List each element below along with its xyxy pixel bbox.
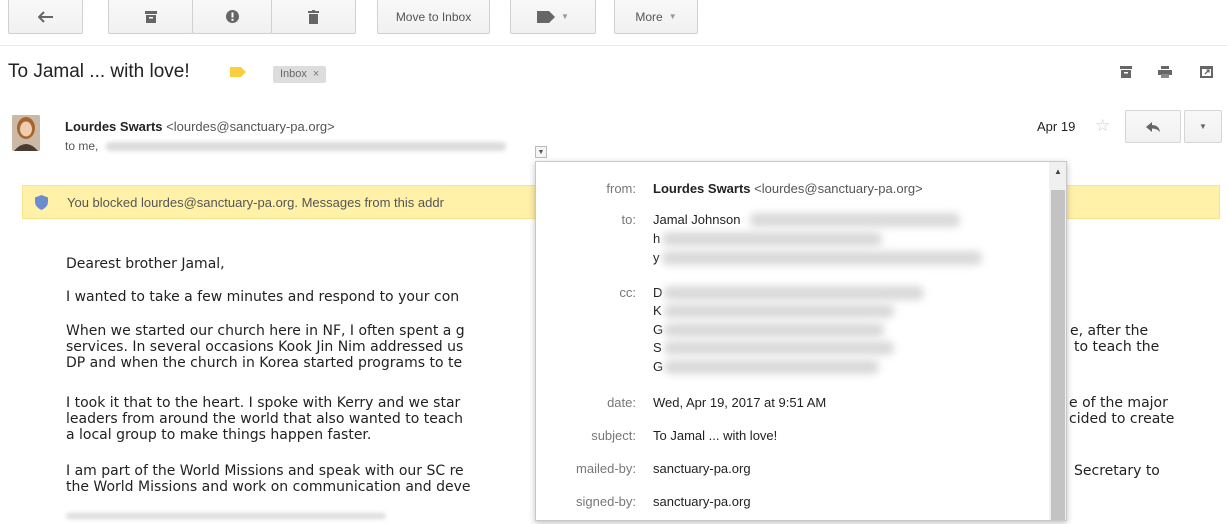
- to-first-recipient[interactable]: Jamal Johnson: [653, 212, 740, 227]
- body-fragment: e of the major: [1069, 395, 1168, 411]
- body-fragment: e, after the: [1070, 323, 1149, 339]
- new-window-icon[interactable]: [1200, 66, 1213, 78]
- cc-recipient[interactable]: S: [653, 340, 662, 355]
- show-details-button[interactable]: ▼: [535, 146, 547, 158]
- blocked-sender-text: You blocked lourdes@sanctuary-pa.org. Me…: [67, 195, 444, 210]
- archive-icon: [144, 10, 157, 23]
- toolbar-divider: [0, 45, 1227, 46]
- redacted-email: [664, 304, 894, 318]
- message-date: Apr 19: [1037, 119, 1076, 134]
- reply-button[interactable]: [1125, 110, 1181, 143]
- from-label: from:: [606, 181, 636, 196]
- from-value: Lourdes Swarts <lourdes@sanctuary-pa.org…: [653, 181, 923, 196]
- signed-by-value: sanctuary-pa.org: [653, 494, 751, 509]
- chevron-down-icon: ▼: [1199, 122, 1207, 131]
- date-label: date:: [607, 395, 636, 410]
- redacted-recipients: [105, 142, 506, 152]
- from-name[interactable]: Lourdes Swarts: [653, 181, 751, 196]
- page-title: To Jamal ... with love!: [8, 61, 190, 82]
- shield-icon: [35, 195, 48, 210]
- redacted-email: [664, 341, 894, 355]
- chevron-down-icon: ▼: [668, 12, 677, 21]
- cut-off-text: [66, 513, 386, 519]
- back-arrow-icon: [37, 10, 53, 23]
- more-button[interactable]: More ▼: [614, 0, 698, 34]
- cc-recipient[interactable]: G: [653, 359, 663, 374]
- mailed-by-value: sanctuary-pa.org: [653, 461, 751, 476]
- scroll-up-arrow-icon[interactable]: ▲: [1049, 167, 1066, 176]
- cc-recipient[interactable]: K: [653, 303, 662, 318]
- sender-name[interactable]: Lourdes Swarts: [65, 119, 163, 134]
- scrollbar-thumb[interactable]: [1051, 190, 1065, 520]
- to-me-label: to me,: [65, 139, 99, 153]
- subject-label: subject:: [591, 428, 636, 443]
- mailed-by-label: mailed-by:: [576, 461, 636, 476]
- avatar[interactable]: [12, 115, 40, 151]
- redacted-email: [664, 286, 924, 300]
- trash-icon: [308, 9, 319, 24]
- to-label: to:: [621, 212, 636, 227]
- redacted-email: [664, 323, 884, 337]
- cc-recipient[interactable]: D: [653, 285, 662, 300]
- reply-icon: [1146, 121, 1160, 132]
- signed-by-label: signed-by:: [576, 494, 636, 509]
- move-to-inbox-label: Move to Inbox: [395, 9, 472, 24]
- sender: Lourdes Swarts <lourdes@sanctuary-pa.org…: [65, 119, 335, 134]
- back-button[interactable]: [8, 0, 83, 34]
- inbox-label-text: Inbox: [280, 68, 307, 80]
- move-to-inbox-button[interactable]: Move to Inbox: [377, 0, 490, 34]
- important-label-icon[interactable]: [230, 67, 246, 77]
- recipients-summary: to me,: [65, 139, 506, 153]
- body-fragment: Secretary to: [1074, 463, 1160, 479]
- chevron-down-icon: ▼: [537, 148, 545, 156]
- to-recipient[interactable]: h: [653, 231, 660, 246]
- inbox-label-chip[interactable]: Inbox ×: [273, 66, 327, 83]
- date-value: Wed, Apr 19, 2017 at 9:51 AM: [653, 395, 827, 410]
- redacted-email: [664, 360, 879, 374]
- subject-value: To Jamal ... with love!: [653, 428, 778, 443]
- delete-button[interactable]: [271, 0, 356, 34]
- cc-label: cc:: [619, 285, 636, 300]
- chevron-down-icon: ▼: [561, 12, 569, 21]
- cc-recipient[interactable]: G: [653, 322, 663, 337]
- report-spam-icon: [225, 10, 239, 23]
- more-label: More: [635, 9, 663, 24]
- close-icon[interactable]: ×: [313, 68, 319, 80]
- label-tag-icon: [537, 10, 556, 23]
- message-details-popup: from: Lourdes Swarts <lourdes@sanctuary-…: [535, 161, 1067, 521]
- more-actions-button[interactable]: ▼: [1184, 110, 1222, 143]
- redacted-email: [750, 213, 960, 227]
- to-recipient[interactable]: y: [653, 250, 660, 265]
- print-icon[interactable]: [1158, 66, 1172, 78]
- body-fragment: cided to create: [1069, 411, 1175, 427]
- sender-photo: [12, 115, 40, 151]
- body-fragment: to teach the: [1074, 339, 1160, 355]
- star-icon[interactable]: ☆: [1095, 116, 1110, 136]
- archive-button[interactable]: [108, 0, 193, 34]
- from-email: <lourdes@sanctuary-pa.org>: [754, 181, 923, 196]
- archive-all-icon[interactable]: [1120, 66, 1132, 78]
- sender-email: <lourdes@sanctuary-pa.org>: [166, 119, 335, 134]
- redacted-email: [662, 251, 982, 265]
- labels-button[interactable]: ▼: [510, 0, 596, 34]
- report-spam-button[interactable]: [192, 0, 272, 34]
- redacted-email: [662, 232, 882, 246]
